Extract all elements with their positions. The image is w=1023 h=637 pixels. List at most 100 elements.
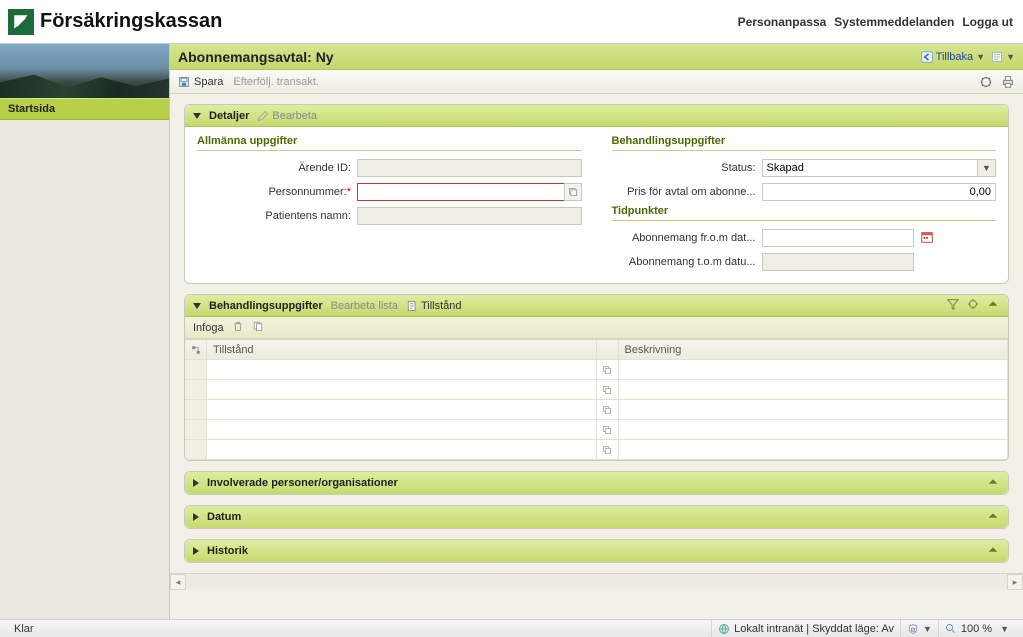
arende-id-input[interactable] — [357, 159, 582, 177]
to-date-input[interactable] — [762, 253, 914, 271]
sidebar-collapse-icon[interactable]: ◂ — [157, 61, 167, 81]
grid-header: Tillstånd Beskrivning — [185, 340, 1008, 360]
sidebar-item-start[interactable]: Startsida — [0, 98, 169, 120]
cell-description[interactable] — [619, 380, 1009, 399]
followup-button: Efterfölj. transakt. — [233, 76, 319, 88]
label-to-date: Abonnemang t.o.m datu... — [612, 256, 762, 268]
back-arrow-icon — [921, 51, 933, 63]
from-date-input[interactable] — [762, 229, 914, 247]
back-label: Tillbaka — [936, 51, 974, 63]
panel-date-header[interactable]: Datum — [185, 506, 1008, 528]
pencil-icon — [257, 110, 269, 122]
save-button[interactable]: Spara — [178, 76, 223, 88]
panel-involved-title: Involverade personer/organisationer — [207, 477, 398, 489]
cell-condition[interactable] — [207, 400, 597, 419]
from-date-picker[interactable] — [920, 230, 934, 247]
table-row[interactable] — [185, 360, 1008, 380]
table-row[interactable] — [185, 400, 1008, 420]
insert-button[interactable]: Infoga — [193, 322, 224, 334]
group-treatment: Behandlingsuppgifter — [612, 135, 997, 151]
chevron-down-icon — [193, 113, 201, 119]
delete-row-icon[interactable] — [232, 320, 244, 335]
edit-action[interactable]: Bearbeta — [257, 110, 317, 122]
cell-lookup[interactable] — [597, 400, 619, 419]
panel-involved-header[interactable]: Involverade personer/organisationer — [185, 472, 1008, 494]
collapse-icon[interactable] — [986, 543, 1000, 560]
history-icon — [991, 51, 1003, 63]
chevron-right-icon — [193, 513, 199, 521]
zoom-icon — [945, 623, 957, 635]
cell-description[interactable] — [619, 400, 1009, 419]
status-dropdown-button[interactable]: ▼ — [978, 159, 996, 177]
logout-link[interactable]: Logga ut — [962, 15, 1013, 29]
panel-history: Historik — [184, 539, 1009, 563]
status-ready: Klar — [8, 620, 40, 637]
panel-details: Detaljer Bearbeta Allmänna uppgifter Äre… — [184, 104, 1009, 284]
col-description[interactable]: Beskrivning — [619, 340, 1009, 359]
settings-icon[interactable] — [979, 75, 993, 89]
personnummer-input[interactable] — [357, 183, 564, 201]
history-dropdown[interactable]: ▼ — [991, 51, 1015, 63]
cell-lookup[interactable] — [597, 440, 619, 459]
lookup-icon — [602, 445, 612, 455]
edit-list-action[interactable]: Bearbeta lista — [331, 300, 398, 312]
panel-treatment-header[interactable]: Behandlingsuppgifter Bearbeta lista Till… — [185, 295, 1008, 317]
collapse-icon[interactable] — [986, 509, 1000, 526]
table-row[interactable] — [185, 440, 1008, 460]
price-input[interactable] — [762, 183, 997, 201]
cell-condition[interactable] — [207, 420, 597, 439]
row-selector[interactable] — [185, 360, 207, 379]
row-selector[interactable] — [185, 380, 207, 399]
scroll-right-button[interactable]: ▸ — [1007, 574, 1023, 590]
cell-condition[interactable] — [207, 360, 597, 379]
personalize-link[interactable]: Personanpassa — [738, 15, 827, 29]
label-status: Status: — [612, 162, 762, 174]
select-handle-icon — [190, 344, 202, 356]
chevron-right-icon — [193, 479, 199, 487]
col-condition[interactable]: Tillstånd — [207, 340, 597, 359]
status-protected-zone[interactable]: ▼ — [900, 620, 938, 637]
cell-description[interactable] — [619, 440, 1009, 459]
lookup-icon — [568, 187, 578, 197]
cell-lookup[interactable] — [597, 380, 619, 399]
followup-label: Efterfölj. transakt. — [233, 76, 319, 88]
cell-lookup[interactable] — [597, 360, 619, 379]
cell-lookup[interactable] — [597, 420, 619, 439]
panel-treatment-title: Behandlingsuppgifter — [209, 300, 323, 312]
print-icon[interactable] — [1001, 75, 1015, 89]
copy-icon[interactable] — [252, 320, 264, 335]
row-selector[interactable] — [185, 440, 207, 459]
scroll-left-button[interactable]: ◂ — [170, 574, 186, 590]
condition-action[interactable]: Tillstånd — [406, 300, 462, 312]
messages-link[interactable]: Systemmeddelanden — [834, 15, 954, 29]
status-zoom-zone[interactable]: 100 % ▼ — [938, 620, 1015, 637]
back-button[interactable]: Tillbaka ▼ — [921, 51, 985, 63]
panel-details-header[interactable]: Detaljer Bearbeta — [185, 105, 1008, 127]
cell-description[interactable] — [619, 360, 1009, 379]
settings-small-icon[interactable] — [966, 297, 980, 314]
status-select[interactable] — [762, 159, 979, 177]
cell-condition[interactable] — [207, 380, 597, 399]
panel-treatment: Behandlingsuppgifter Bearbeta lista Till… — [184, 294, 1009, 461]
filter-icon[interactable] — [946, 297, 960, 314]
panel-history-header[interactable]: Historik — [185, 540, 1008, 562]
table-row[interactable] — [185, 420, 1008, 440]
cell-condition[interactable] — [207, 440, 597, 459]
horizontal-scrollbar[interactable]: ◂ ▸ — [170, 573, 1023, 589]
personnummer-lookup-button[interactable] — [564, 183, 582, 201]
collapse-icon[interactable] — [986, 475, 1000, 492]
select-all-cell[interactable] — [185, 340, 207, 359]
document-icon — [406, 300, 418, 312]
row-selector[interactable] — [185, 420, 207, 439]
collapse-icon[interactable] — [986, 297, 1000, 314]
panel-history-title: Historik — [207, 545, 248, 557]
page-header: Abonnemangsavtal: Ny Tillbaka ▼ ▼ — [170, 44, 1023, 70]
cell-description[interactable] — [619, 420, 1009, 439]
row-selector[interactable] — [185, 400, 207, 419]
group-timepoints: Tidpunkter — [612, 205, 997, 221]
table-row[interactable] — [185, 380, 1008, 400]
col-action-spacer — [597, 340, 619, 359]
patientnamn-input[interactable] — [357, 207, 582, 225]
save-icon — [178, 76, 190, 88]
statusbar: Klar Lokalt intranät | Skyddat läge: Av … — [0, 619, 1023, 637]
